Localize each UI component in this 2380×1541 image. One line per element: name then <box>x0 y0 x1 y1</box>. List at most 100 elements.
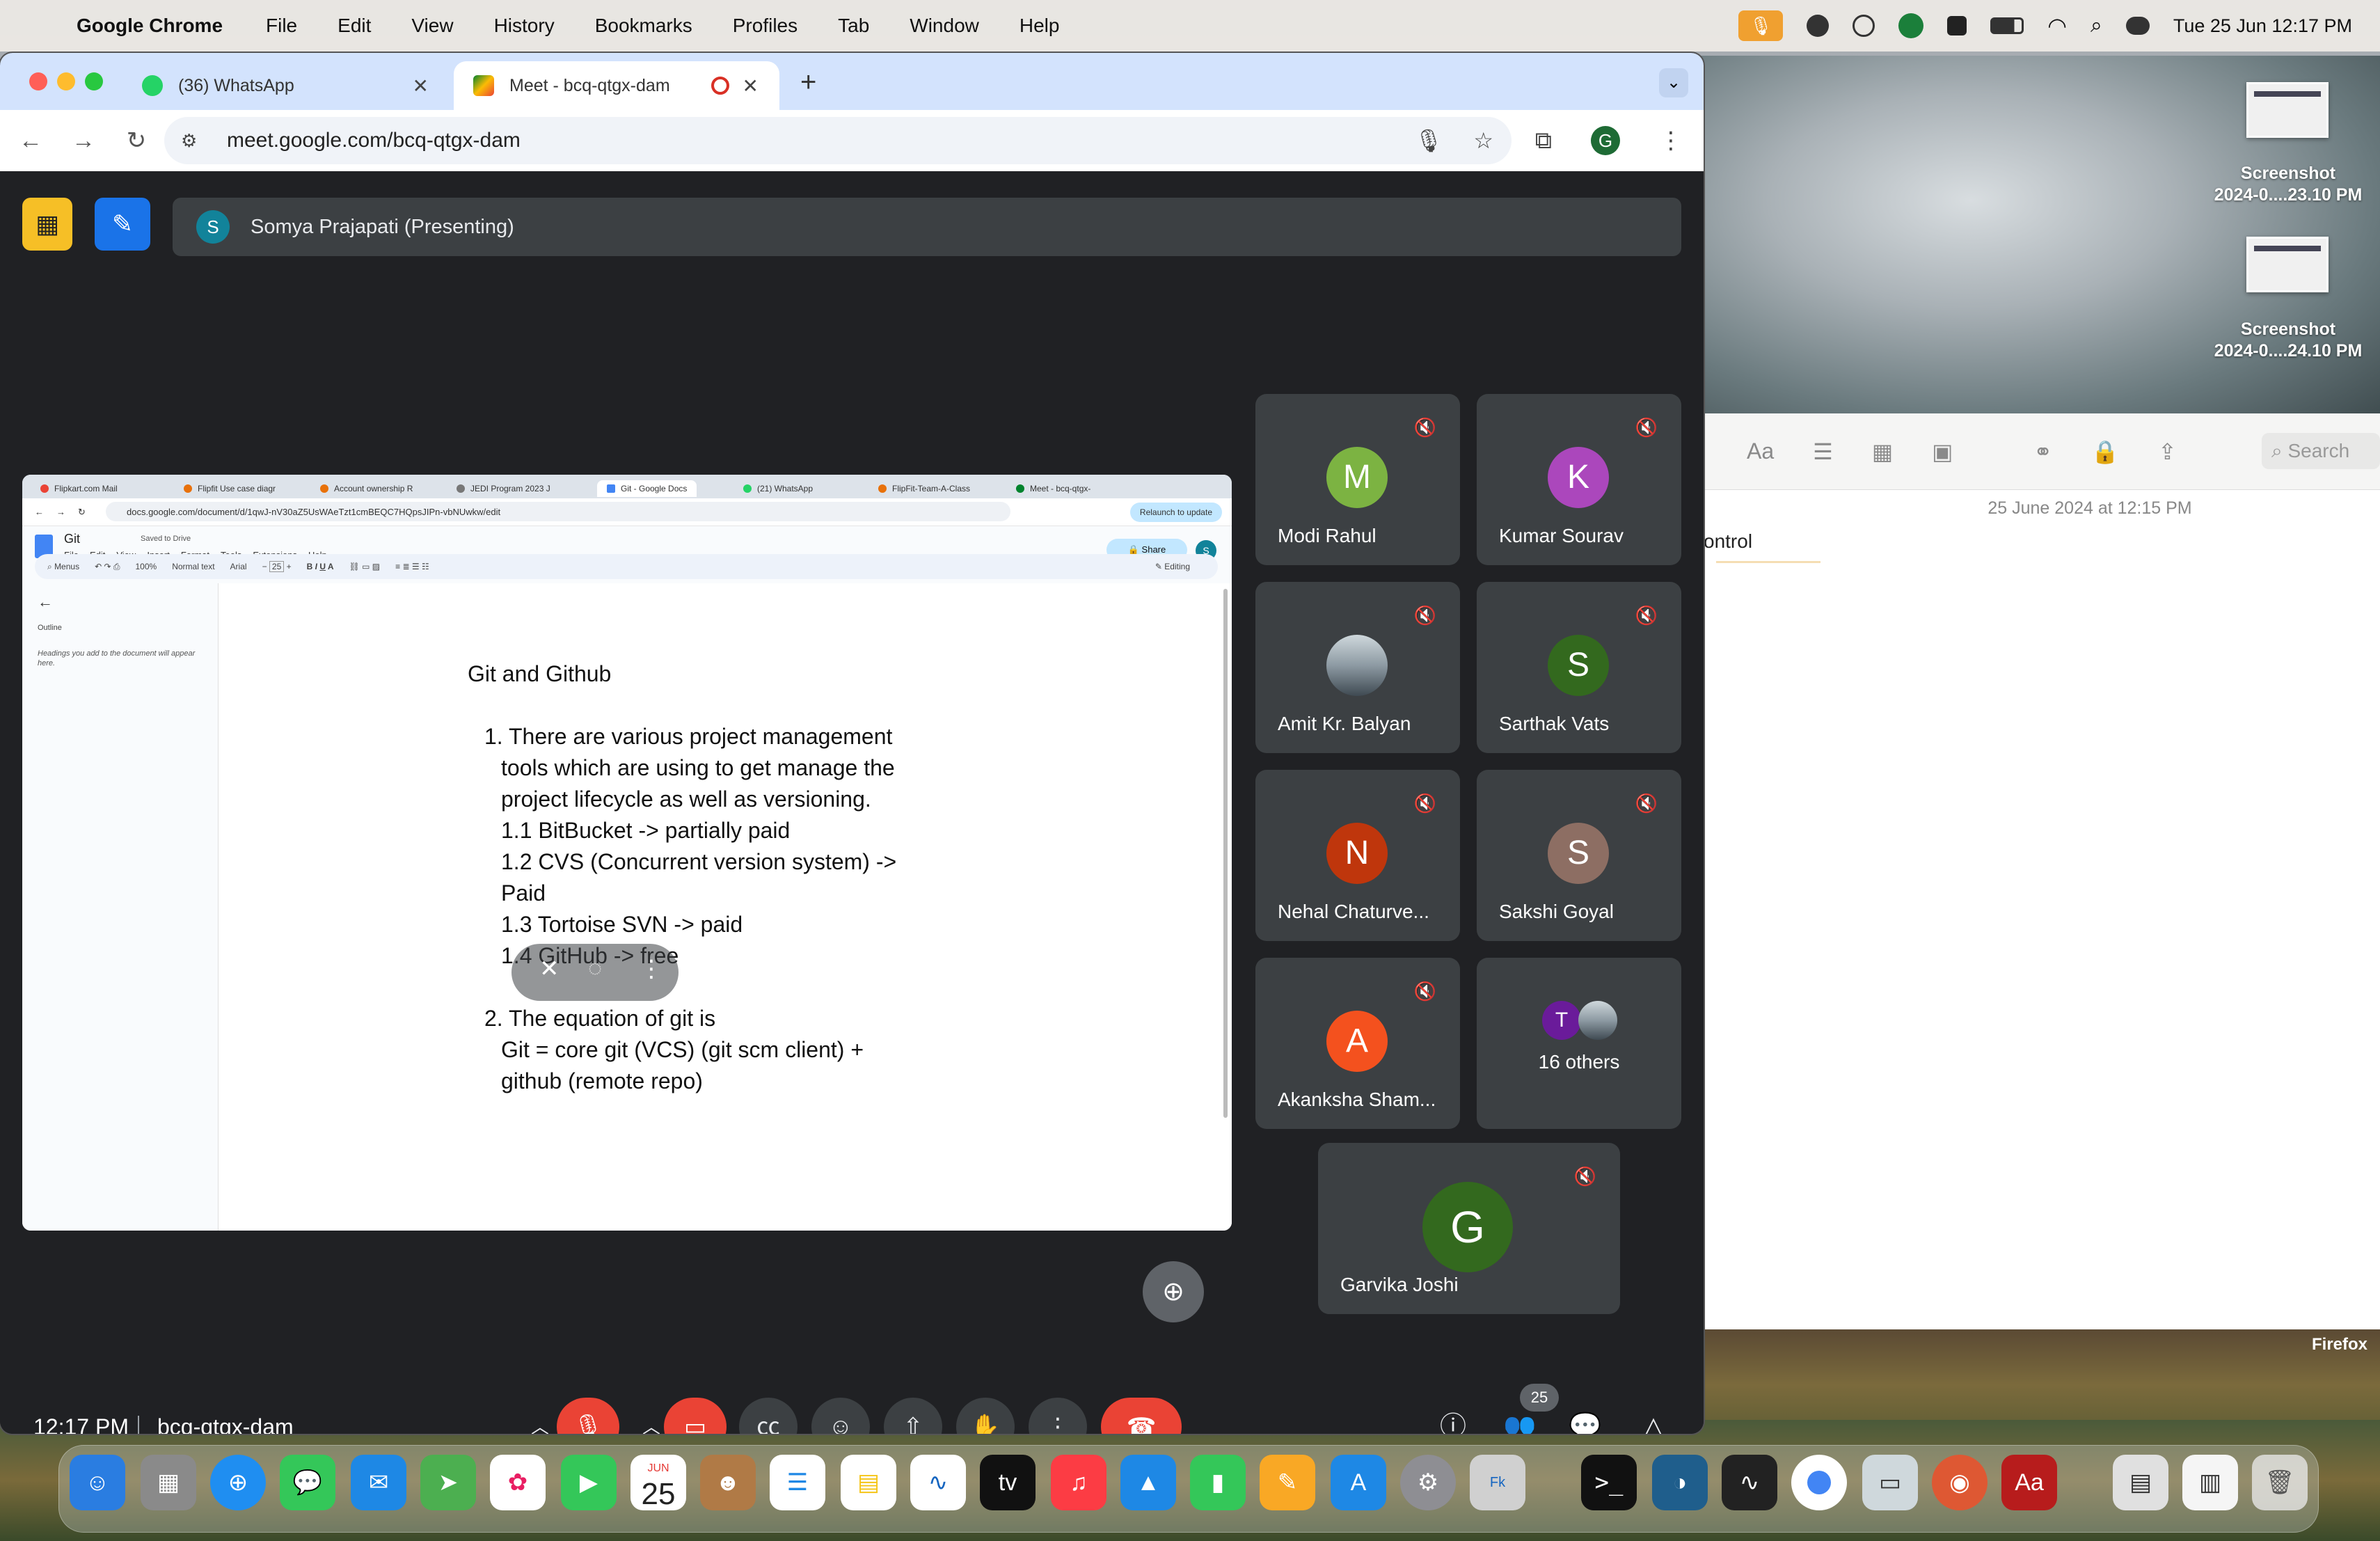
new-tab-button[interactable]: + <box>800 67 816 98</box>
finder-icon[interactable]: ☺ <box>70 1455 125 1510</box>
extensions-icon[interactable]: ⧉ <box>1535 127 1552 155</box>
control-center-icon[interactable] <box>2125 17 2150 35</box>
mail-icon[interactable]: ✉ <box>351 1455 406 1510</box>
minimize-window-button[interactable] <box>57 72 75 90</box>
mysql-workbench-icon[interactable]: ◑ <box>1652 1455 1708 1510</box>
present-screen-button[interactable]: ⇧ <box>884 1398 942 1434</box>
close-window-button[interactable] <box>29 72 47 90</box>
flipkart-icon[interactable]: Fk <box>1470 1455 1525 1510</box>
menu-view[interactable]: View <box>411 15 453 37</box>
zoom-in-button[interactable]: ⊕ <box>1143 1261 1204 1322</box>
maps-icon[interactable]: ➤ <box>420 1455 476 1510</box>
dictionary-icon[interactable]: Aa <box>2001 1455 2057 1510</box>
facetime-icon[interactable]: ▶ <box>561 1455 617 1510</box>
profile-avatar[interactable]: G <box>1591 126 1620 155</box>
media-icon[interactable]: ▣ <box>1932 438 1953 465</box>
safari-icon[interactable]: ⊕ <box>210 1455 266 1510</box>
table-icon[interactable]: ▦ <box>1872 438 1893 465</box>
pages-icon[interactable]: ✎ <box>1260 1455 1315 1510</box>
menu-help[interactable]: Help <box>1020 15 1060 37</box>
participant-tile[interactable]: 🔇 M Modi Rahul <box>1255 394 1460 565</box>
close-tab-icon[interactable]: ✕ <box>413 74 429 97</box>
voice-search-icon[interactable]: 🎙 <box>1415 127 1443 154</box>
bookmark-star-icon[interactable]: ☆ <box>1473 127 1493 154</box>
audio-options-chevron-icon[interactable]: ︿ <box>519 1398 561 1434</box>
more-options-button[interactable]: ⋮ <box>1029 1398 1087 1434</box>
preview-icon[interactable]: ▭ <box>1862 1455 1918 1510</box>
calendar-icon[interactable]: JUN 25 <box>630 1455 686 1510</box>
collaborate-icon[interactable]: ⚭ <box>2033 438 2052 465</box>
dropbox-icon[interactable] <box>1807 15 1830 37</box>
address-bar[interactable]: ⚙ meet.google.com/bcq-qtgx-dam 🎙 ☆ <box>164 117 1512 164</box>
terminal-icon[interactable]: >_ <box>1581 1455 1637 1510</box>
lock-icon[interactable]: 🔒 <box>2091 438 2119 465</box>
app-status-icon[interactable] <box>1947 16 1967 35</box>
chrome-icon[interactable] <box>1791 1455 1847 1510</box>
meeting-info-icon[interactable]: ⓘ <box>1431 1405 1475 1434</box>
firefox-window-label[interactable]: Firefox <box>2312 1335 2367 1354</box>
participant-tile[interactable]: 🔇 S Sakshi Goyal <box>1477 770 1681 941</box>
menu-tab[interactable]: Tab <box>838 15 869 37</box>
screenshot-thumbnail-2[interactable] <box>2246 237 2329 292</box>
leave-call-button[interactable]: ☎ <box>1101 1398 1182 1434</box>
activity-monitor-icon[interactable]: ∿ <box>1722 1455 1777 1510</box>
notes-icon[interactable]: ▤ <box>841 1455 896 1510</box>
reminders-icon[interactable]: ☰ <box>770 1455 825 1510</box>
participant-tile[interactable]: 🔇 A Akanksha Sham... <box>1255 958 1460 1129</box>
tab-whatsapp[interactable]: (36) WhatsApp ✕ <box>122 61 450 110</box>
participant-tile[interactable]: 🔇 N Nehal Chaturve... <box>1255 770 1460 941</box>
trash-icon[interactable]: 🗑 <box>2252 1455 2308 1510</box>
globe-icon[interactable] <box>1853 15 1875 37</box>
freeform-icon[interactable]: ∿ <box>910 1455 966 1510</box>
tab-meet[interactable]: Meet - bcq-qtgx-dam ✕ <box>454 61 779 110</box>
notes-search-field[interactable]: ⌕ Search <box>2262 433 2380 469</box>
duckduckgo-icon[interactable]: ◉ <box>1932 1455 1988 1510</box>
camera-off-button[interactable]: ▭ <box>664 1398 727 1434</box>
note-body-text[interactable]: ontrol <box>1704 530 1752 553</box>
downloads-folder-icon[interactable]: ▥ <box>2182 1455 2238 1510</box>
share-icon[interactable]: ⇪ <box>2158 438 2177 465</box>
annotate-icon[interactable]: ✎ <box>95 198 150 251</box>
contacts-icon[interactable]: ☻ <box>700 1455 756 1510</box>
microphone-off-button[interactable]: 🎙 <box>557 1398 619 1434</box>
messages-icon[interactable]: 💬 <box>280 1455 335 1510</box>
close-tab-icon[interactable]: ✕ <box>743 74 759 97</box>
menu-edit[interactable]: Edit <box>338 15 371 37</box>
keynote-icon[interactable]: ▲ <box>1120 1455 1176 1510</box>
menu-history[interactable]: History <box>494 15 555 37</box>
app-store-icon[interactable]: A <box>1331 1455 1386 1510</box>
numbers-icon[interactable]: ▮ <box>1190 1455 1246 1510</box>
others-tile[interactable]: T 16 others <box>1477 958 1681 1129</box>
chat-icon[interactable]: 💬 <box>1563 1405 1608 1434</box>
photos-icon[interactable]: ✿ <box>490 1455 546 1510</box>
menu-file[interactable]: File <box>266 15 297 37</box>
back-icon[interactable]: ← <box>8 127 53 155</box>
forward-icon[interactable]: → <box>61 127 106 155</box>
documents-folder-icon[interactable]: ▤ <box>2113 1455 2168 1510</box>
people-icon[interactable]: 👥 <box>1498 1405 1542 1434</box>
checklist-icon[interactable]: ☰ <box>1813 438 1833 465</box>
text-format-icon[interactable]: Aa <box>1747 438 1774 464</box>
site-info-icon[interactable]: ⚙ <box>181 130 206 152</box>
reload-icon[interactable]: ↻ <box>114 127 159 155</box>
menu-bookmarks[interactable]: Bookmarks <box>595 15 692 37</box>
participant-tile[interactable]: 🔇 Amit Kr. Balyan <box>1255 582 1460 753</box>
participant-tile[interactable]: 🔇 G Garvika Joshi <box>1318 1143 1620 1314</box>
menu-window[interactable]: Window <box>910 15 979 37</box>
raise-hand-button[interactable]: ✋ <box>956 1398 1015 1434</box>
participant-tile[interactable]: 🔇 K Kumar Sourav <box>1477 394 1681 565</box>
maximize-window-button[interactable] <box>85 72 103 90</box>
menu-app-name[interactable]: Google Chrome <box>77 15 223 37</box>
screenshot-label-2[interactable]: Screenshot 2024-0....24.10 PM <box>2198 319 2379 362</box>
participant-tile[interactable]: 🔇 S Sarthak Vats <box>1477 582 1681 753</box>
music-icon[interactable]: ♫ <box>1051 1455 1106 1510</box>
menu-bar-clock[interactable]: Tue 25 Jun 12:17 PM <box>2173 15 2352 37</box>
system-settings-icon[interactable]: ⚙ <box>1400 1455 1456 1510</box>
launchpad-icon[interactable]: ▦ <box>141 1455 196 1510</box>
activities-icon[interactable]: △ <box>1631 1405 1676 1434</box>
spotlight-search-icon[interactable]: ⌕ <box>2091 14 2102 38</box>
address-bar-url[interactable]: meet.google.com/bcq-qtgx-dam <box>227 129 521 152</box>
apple-tv-icon[interactable]: tv <box>980 1455 1036 1510</box>
reactions-button[interactable]: ☺ <box>811 1398 870 1434</box>
vpn-shield-icon[interactable] <box>1898 13 1924 38</box>
